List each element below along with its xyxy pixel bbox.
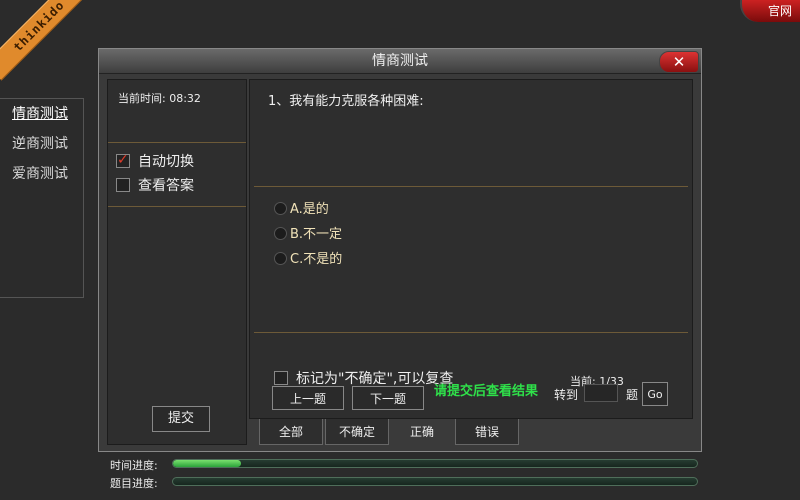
close-icon: ✕ xyxy=(672,53,686,71)
option-b-label: B.不一定 xyxy=(290,227,343,242)
time-progress-fill xyxy=(173,460,242,467)
show-answer-label: 查看答案 xyxy=(138,178,194,194)
side-nav: 情商测试 逆商测试 爱商测试 xyxy=(0,98,84,298)
time-progress-label: 时间进度: xyxy=(110,459,158,472)
radio-icon xyxy=(274,252,287,265)
goto-question-input[interactable] xyxy=(584,384,618,402)
question-progress-label: 题目进度: xyxy=(110,477,158,490)
goto-label: 转到 xyxy=(554,388,579,402)
nav-item-aq-test[interactable]: 逆商测试 xyxy=(0,129,83,159)
question-progress-bar xyxy=(172,477,698,486)
checkbox-icon xyxy=(274,371,288,385)
tab-wrong[interactable]: 错误 xyxy=(455,419,519,445)
question-text: 1、我有能力克服各种困难: xyxy=(268,94,424,109)
tab-uncertain[interactable]: 不确定 xyxy=(325,419,389,445)
divider xyxy=(108,206,246,207)
question-unit-label: 题 xyxy=(626,388,639,402)
radio-icon xyxy=(274,227,287,240)
next-question-button[interactable]: 下一题 xyxy=(352,386,424,410)
close-button[interactable]: ✕ xyxy=(659,51,699,73)
question-panel: 1、我有能力克服各种困难: A.是的 B.不一定 C.不是的 标记为"不确定",… xyxy=(249,79,693,419)
go-button[interactable]: Go xyxy=(642,382,668,406)
nav-item-eq-test[interactable]: 情商测试 xyxy=(0,99,83,129)
submit-hint: 请提交后查看结果 xyxy=(434,384,539,399)
option-c[interactable]: C.不是的 xyxy=(274,250,342,270)
mark-uncertain-checkbox[interactable]: 标记为"不确定",可以复查 xyxy=(274,368,453,388)
divider xyxy=(254,186,688,187)
thinkido-ribbon-logo: thinkido xyxy=(0,0,94,81)
tab-correct[interactable]: 正确 xyxy=(391,419,453,445)
divider xyxy=(254,332,688,333)
official-site-link[interactable]: 官网 xyxy=(740,0,800,22)
left-panel: 当前时间: 08:32 自动切换 查看答案 提交 xyxy=(107,79,247,445)
option-a[interactable]: A.是的 xyxy=(274,200,329,220)
time-progress-bar xyxy=(172,459,698,468)
mark-uncertain-label: 标记为"不确定",可以复查 xyxy=(296,371,454,387)
option-c-label: C.不是的 xyxy=(290,252,343,267)
current-time: 当前时间: 08:32 xyxy=(118,92,201,105)
submit-button[interactable]: 提交 xyxy=(152,406,210,432)
test-dialog: 情商测试 ✕ 当前时间: 08:32 自动切换 查看答案 提交 1、我有能力克服… xyxy=(98,48,702,452)
nav-item-love-test[interactable]: 爱商测试 xyxy=(0,159,83,189)
tab-all[interactable]: 全部 xyxy=(259,419,323,445)
show-answer-checkbox[interactable]: 查看答案 xyxy=(116,176,194,196)
auto-switch-label: 自动切换 xyxy=(138,154,194,170)
dialog-title: 情商测试 xyxy=(99,49,701,74)
checkbox-icon xyxy=(116,150,130,170)
radio-icon xyxy=(274,202,287,215)
option-a-label: A.是的 xyxy=(290,202,329,217)
prev-question-button[interactable]: 上一题 xyxy=(272,386,344,410)
divider xyxy=(108,142,246,143)
option-b[interactable]: B.不一定 xyxy=(274,225,342,245)
checkbox-icon xyxy=(116,178,130,192)
auto-switch-checkbox[interactable]: 自动切换 xyxy=(116,150,194,172)
